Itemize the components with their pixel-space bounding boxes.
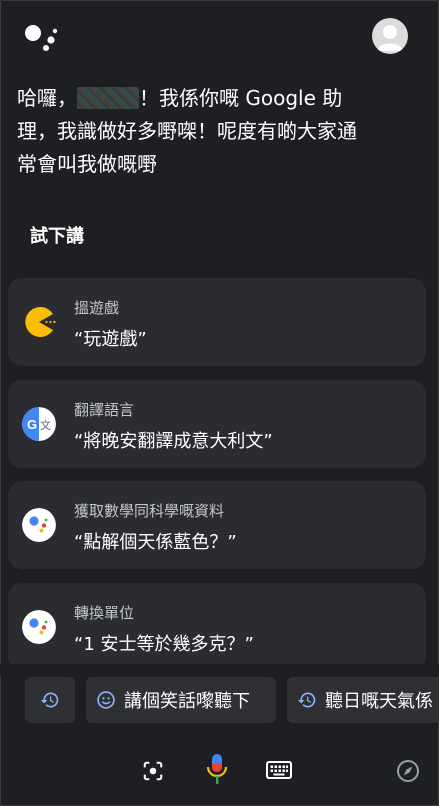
compass-icon[interactable] (396, 759, 420, 783)
suggestion-chip-joke[interactable]: 講個笑話嚟聽下 (86, 677, 276, 723)
user-silhouette-icon (377, 25, 403, 51)
translate-g-glyph: G (27, 417, 37, 432)
blurred-user-name (77, 87, 139, 109)
card-example: “點解個天係藍色？” (74, 532, 237, 553)
card-category: 獲取數學同科學嘅資料 (74, 502, 225, 520)
section-title: 試下講 (30, 226, 84, 247)
greeting-line-3: 常會叫我做嘅嘢 (17, 152, 157, 176)
history-icon (297, 692, 316, 708)
greeting-line-1: 哈囉， ！我係你嘅 Google 助 (17, 82, 417, 115)
greeting-text: 哈囉， ！我係你嘅 Google 助 理，我識做好多嘢㗎！呢度有啲大家通 常會叫我… (17, 82, 417, 181)
greeting-prefix: 哈囉， (17, 86, 77, 110)
suggestion-card-translate[interactable]: G 文 翻譯語言 “將晚安翻譯成意大利文” (8, 380, 426, 468)
chip-label: 講個笑話嚟聽下 (124, 691, 250, 712)
card-category: 轉換單位 (74, 604, 135, 622)
history-chip[interactable] (25, 677, 75, 723)
card-example: “玩遊戲” (74, 329, 147, 350)
smiley-icon (97, 691, 115, 709)
card-category: 翻譯語言 (74, 401, 135, 419)
card-example: “將晚安翻譯成意大利文” (74, 431, 273, 452)
greeting-line-2: 理，我識做好多嘢㗎！呢度有啲大家通 (17, 119, 357, 143)
history-icon (40, 692, 59, 708)
card-example: “1 安士等於幾多克？” (74, 634, 254, 655)
suggestion-chip-weather[interactable]: 聽日嘅天氣係 (287, 677, 439, 723)
google-assistant-icon (22, 508, 56, 542)
translate-zh-glyph: 文 (40, 418, 51, 432)
suggestion-card-units[interactable]: 轉換單位 “1 安士等於幾多克？” (8, 583, 426, 671)
chip-label: 聽日嘅天氣係 (325, 691, 433, 712)
suggestion-card-game[interactable]: 搵遊戲 “玩遊戲” (8, 278, 426, 366)
google-assistant-icon (22, 610, 56, 644)
greeting-suffix: ！我係你嘅 Google 助 (139, 86, 343, 110)
keyboard-icon[interactable] (266, 760, 292, 780)
suggestion-card-science[interactable]: 獲取數學同科學嘅資料 “點解個天係藍色？” (8, 481, 426, 569)
microphone-icon[interactable] (206, 752, 228, 788)
scroll-fade (0, 664, 439, 676)
google-translate-icon: G 文 (22, 407, 56, 441)
card-category: 搵遊戲 (74, 299, 120, 317)
account-avatar[interactable] (372, 18, 408, 54)
google-assistant-logo-icon (25, 25, 58, 51)
pacman-icon (25, 307, 56, 337)
lens-icon[interactable] (142, 760, 164, 782)
